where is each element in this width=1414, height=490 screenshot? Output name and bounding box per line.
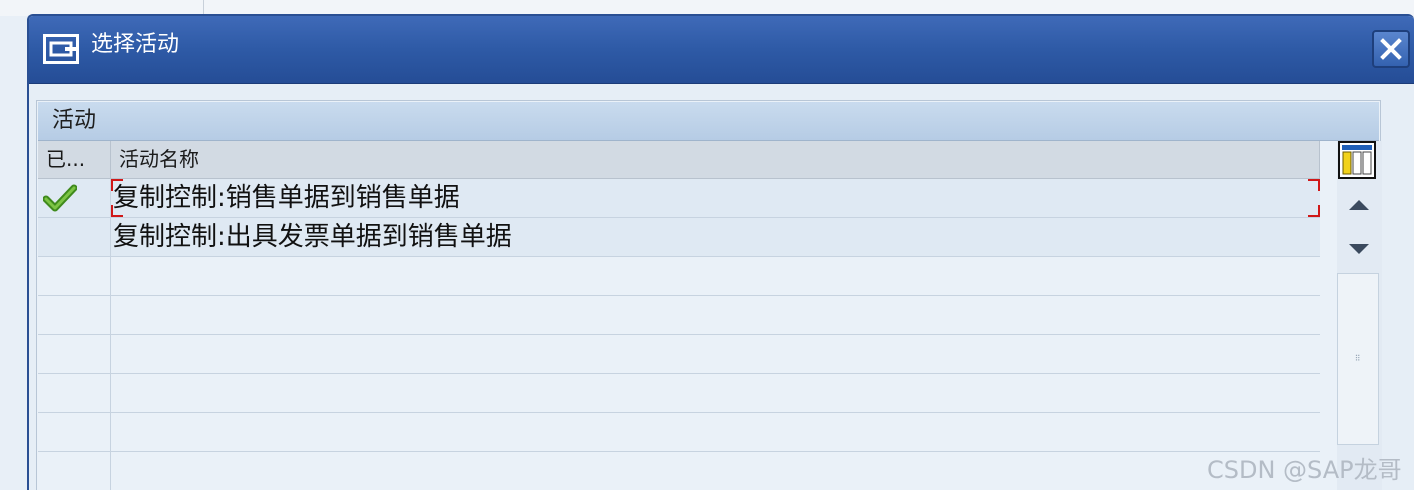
empty-row: [38, 374, 1320, 413]
arrow-up-icon: [1348, 200, 1369, 210]
row-status-cell: [38, 179, 111, 217]
empty-row: [38, 257, 1320, 296]
scrollbar-track[interactable]: ⠿: [1337, 273, 1379, 445]
close-button[interactable]: [1372, 30, 1410, 68]
scrollbar-grip-icon: ⠿: [1354, 354, 1362, 363]
select-activity-dialog: 选择活动 活动 已... 活动名称 复制控制:销售单据到销售单据 复制控制:出具…: [27, 14, 1414, 490]
panel-title: 活动: [52, 108, 97, 133]
dialog-window-icon: [43, 34, 79, 64]
column-configuration-button[interactable]: [1338, 141, 1376, 179]
dialog-title: 选择活动: [91, 32, 180, 57]
empty-row: [38, 452, 1320, 490]
arrow-down-icon: [1348, 244, 1369, 254]
activity-panel: 活动 已... 活动名称 复制控制:销售单据到销售单据 复制控制:出具发票单据到…: [36, 100, 1382, 490]
empty-row: [38, 413, 1320, 452]
table-row[interactable]: 复制控制:销售单据到销售单据: [38, 179, 1320, 218]
row-status-cell: [38, 218, 111, 256]
columns-icon: [1342, 145, 1372, 175]
panel-header: 活动: [38, 102, 1379, 141]
empty-row: [38, 296, 1320, 335]
table-row[interactable]: 复制控制:出具发票单据到销售单据: [38, 218, 1320, 257]
checkmark-icon: [43, 184, 77, 212]
row-activity-name[interactable]: 复制控制:出具发票单据到销售单据: [111, 218, 1322, 256]
scroll-down-button[interactable]: [1337, 229, 1380, 269]
focus-marker: [111, 179, 1320, 217]
activity-table: 已... 活动名称 复制控制:销售单据到销售单据 复制控制:出具发票单据到销售单…: [38, 141, 1320, 490]
column-header-activity-name[interactable]: 活动名称: [111, 141, 1320, 179]
close-icon: [1380, 38, 1402, 60]
column-header-done[interactable]: 已...: [38, 141, 111, 179]
table-sidebar: ⠿: [1337, 141, 1382, 490]
watermark: CSDN @SAP龙哥: [1207, 456, 1402, 484]
dialog-titlebar: 选择活动: [29, 16, 1414, 84]
empty-row: [38, 335, 1320, 374]
scroll-up-button[interactable]: [1337, 185, 1380, 225]
